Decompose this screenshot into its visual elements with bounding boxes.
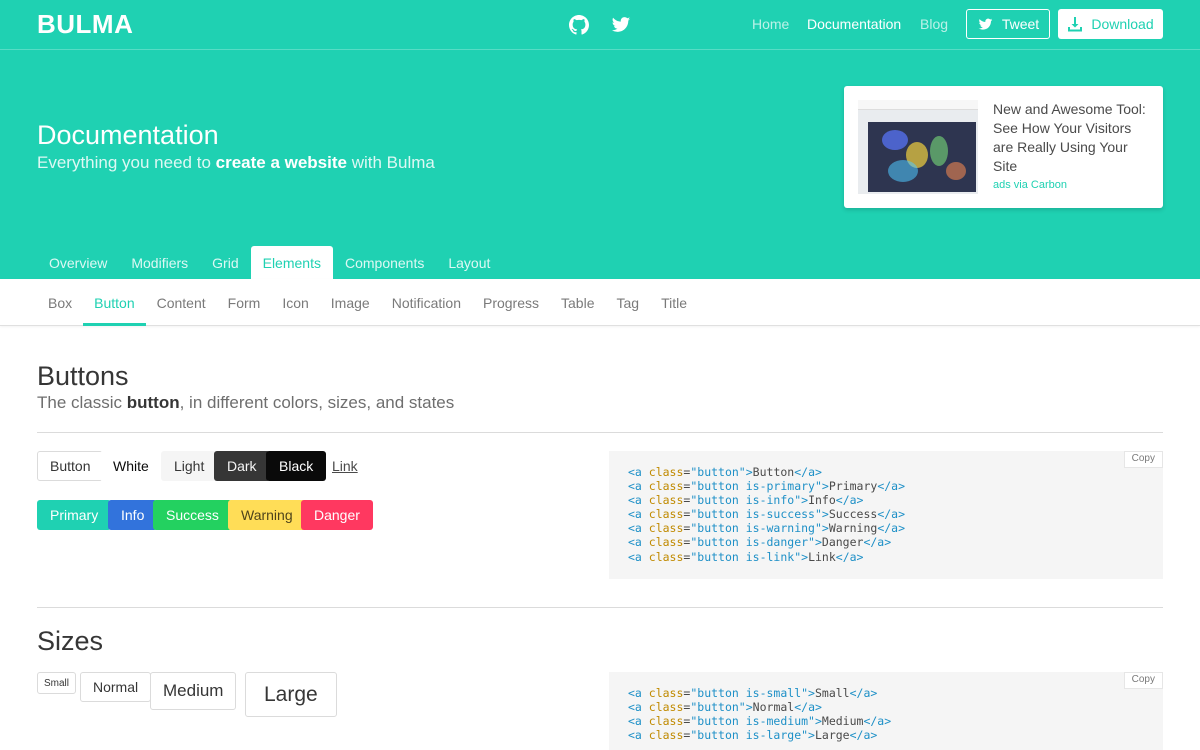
github-icon[interactable] <box>569 15 589 35</box>
demo-button-info[interactable]: Info <box>108 500 158 530</box>
code-line: <a class="button is-success">Success</a> <box>628 507 906 522</box>
code-line: <a class="button">Button</a> <box>628 465 822 479</box>
download-icon <box>1068 17 1083 32</box>
demo-button-primary[interactable]: Primary <box>37 500 112 530</box>
tab-modifiers[interactable]: Modifiers <box>119 246 200 279</box>
demo-button-small[interactable]: Small <box>37 672 77 694</box>
copy-button[interactable]: Copy <box>1123 672 1163 689</box>
code-line: <a class="button is-info">Info</a> <box>628 493 864 508</box>
buttons-section-subtitle: The classic button, in different colors,… <box>37 393 455 412</box>
code-line: <a class="button is-small">Small</a> <box>628 686 878 700</box>
code-line: <a class="button is-primary">Primary</a> <box>628 479 906 494</box>
page-title: Documentation <box>37 120 219 150</box>
ad-text[interactable]: New and Awesome Tool: See How Your Visit… <box>993 100 1153 176</box>
subnav-item-tag[interactable]: Tag <box>605 279 650 326</box>
demo-button-link[interactable]: Link <box>319 451 371 481</box>
demo-button-light[interactable]: Light <box>161 451 218 481</box>
ad-via-link[interactable]: ads via Carbon <box>993 179 1067 191</box>
divider <box>37 432 1163 433</box>
tweet-button[interactable]: Tweet <box>966 9 1050 39</box>
demo-button-dark[interactable]: Dark <box>214 451 270 481</box>
code-line: <a class="button is-large">Large</a> <box>628 728 878 743</box>
hero: BULMA Home Documentation Blog Tweet Down… <box>0 0 1200 279</box>
subnav-item-form[interactable]: Form <box>217 279 272 326</box>
download-button[interactable]: Download <box>1058 9 1163 39</box>
subnav-item-icon[interactable]: Icon <box>271 279 319 326</box>
brand-logo[interactable]: BULMA <box>37 9 133 40</box>
ad-image <box>858 100 978 194</box>
sizes-code-snippet: <a class="button is-small">Small</a> <a c… <box>609 672 1163 750</box>
twitter-icon[interactable] <box>611 15 631 35</box>
demo-button-warning[interactable]: Warning <box>228 500 306 530</box>
demo-button-success[interactable]: Success <box>153 500 232 530</box>
subnav-item-image[interactable]: Image <box>320 279 381 326</box>
tab-layout[interactable]: Layout <box>436 246 502 279</box>
subnav-item-box[interactable]: Box <box>37 279 83 326</box>
twitter-icon <box>978 18 993 30</box>
subnav-item-content[interactable]: Content <box>146 279 217 326</box>
demo-button-medium[interactable]: Medium <box>150 672 237 710</box>
code-line: <a class="button">Normal</a> <box>628 700 822 715</box>
demo-button-large[interactable]: Large <box>245 672 337 717</box>
subnav-item-title[interactable]: Title <box>650 279 698 326</box>
tab-overview[interactable]: Overview <box>37 246 119 279</box>
elements-subnav: Box Button Content Form Icon Image Notif… <box>0 279 1200 326</box>
code-line: <a class="button is-warning">Warning</a> <box>628 521 906 536</box>
top-navbar: BULMA Home Documentation Blog Tweet Down… <box>0 0 1200 50</box>
copy-button[interactable]: Copy <box>1123 451 1163 468</box>
demo-button-black[interactable]: Black <box>266 451 327 481</box>
code-line: <a class="button is-medium">Medium</a> <box>628 714 892 729</box>
subnav-item-notification[interactable]: Notification <box>381 279 472 326</box>
tweet-label: Tweet <box>1001 16 1040 32</box>
nav-link-home[interactable]: Home <box>752 16 789 32</box>
tab-elements[interactable]: Elements <box>250 246 333 279</box>
code-line: <a class="button is-link">Link</a> <box>628 549 864 564</box>
nav-link-blog[interactable]: Blog <box>920 16 948 32</box>
subnav-item-table[interactable]: Table <box>550 279 605 326</box>
sizes-section-title: Sizes <box>37 626 104 656</box>
demo-button-default[interactable]: Button <box>37 451 104 481</box>
subnav-item-progress[interactable]: Progress <box>472 279 550 326</box>
nav-link-documentation[interactable]: Documentation <box>807 16 901 32</box>
code-line: <a class="button is-danger">Danger</a> <box>628 535 892 550</box>
tab-grid[interactable]: Grid <box>200 246 250 279</box>
main-tabs: Overview Modifiers Grid Elements Compone… <box>37 246 502 279</box>
carbon-ad[interactable]: New and Awesome Tool: See How Your Visit… <box>844 86 1163 208</box>
buttons-code-snippet: <a class="button">Button</a> <a class="bu… <box>609 451 1163 579</box>
demo-button-normal[interactable]: Normal <box>80 672 152 702</box>
demo-button-white[interactable]: White <box>100 451 162 481</box>
download-label: Download <box>1091 16 1154 32</box>
subnav-item-button[interactable]: Button <box>83 279 147 326</box>
buttons-section-title: Buttons <box>37 361 129 391</box>
demo-button-danger[interactable]: Danger <box>301 500 373 530</box>
tab-components[interactable]: Components <box>333 246 436 279</box>
page-subtitle: Everything you need to create a website … <box>37 153 435 172</box>
divider <box>37 607 1163 608</box>
